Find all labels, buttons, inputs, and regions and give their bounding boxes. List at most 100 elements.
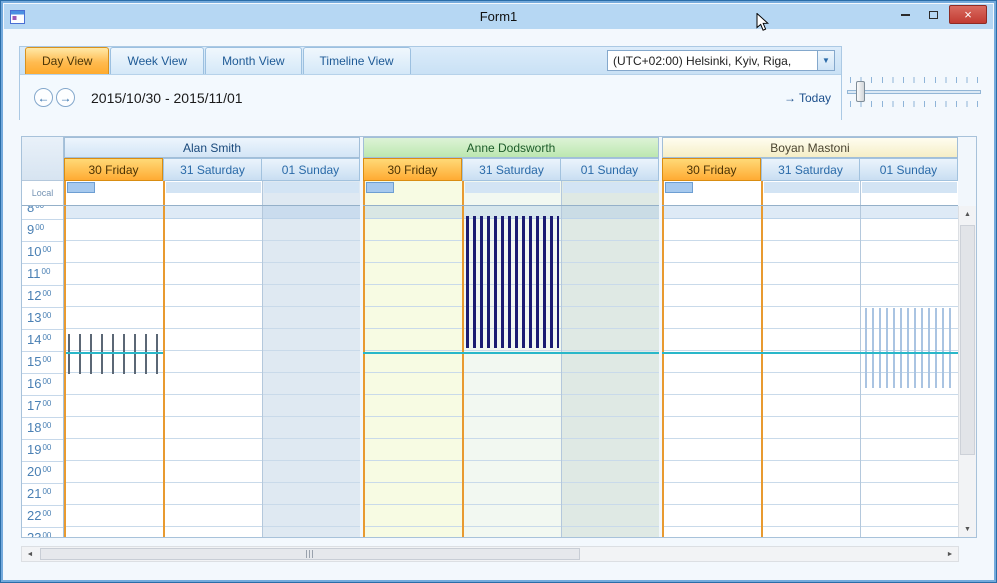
tab-month-view[interactable]: Month View — [205, 47, 302, 74]
app-window: Form1 × Day View Week View Month View Ti… — [0, 0, 997, 583]
minute-label: 00 — [42, 509, 52, 518]
slider-track[interactable] — [847, 90, 981, 94]
time-ruler-cell: 1100 — [22, 263, 63, 285]
horizontal-scroll-track[interactable] — [38, 547, 942, 561]
day-header-saturday[interactable]: 31 Saturday — [462, 158, 561, 181]
time-ruler-cell: 1500 — [22, 351, 63, 373]
vertical-scrollbar[interactable]: ▲ ▼ — [958, 206, 976, 537]
time-region-hatch — [865, 308, 954, 388]
allday-cell[interactable] — [363, 181, 464, 205]
hour-label: 16 — [27, 376, 42, 391]
allday-cell[interactable] — [165, 181, 262, 205]
hour-label: 22 — [27, 508, 42, 523]
allday-shading — [862, 182, 957, 193]
hour-label: 9 — [27, 222, 35, 237]
close-button[interactable]: × — [949, 5, 987, 24]
next-button[interactable]: → — [56, 88, 75, 107]
zoom-slider[interactable] — [847, 77, 981, 107]
previous-button[interactable]: ← — [34, 88, 53, 107]
tab-week-view[interactable]: Week View — [110, 47, 205, 74]
allday-cell[interactable] — [64, 181, 165, 205]
time-ruler-cell: 1200 — [22, 285, 63, 307]
day-header-sunday[interactable]: 01 Sunday — [860, 158, 958, 181]
minute-label: 00 — [42, 421, 52, 430]
today-button[interactable]: → Today — [784, 91, 831, 105]
time-region-hatch — [466, 216, 559, 348]
allday-row — [64, 181, 360, 206]
ruler-hours: 800 900 1000 1100 1200 1300 1400 1500 16… — [22, 206, 63, 537]
time-ruler-cell: 1000 — [22, 241, 63, 263]
minimize-button[interactable] — [893, 5, 918, 24]
day-header-friday[interactable]: 30 Friday — [662, 158, 761, 181]
allday-event[interactable] — [67, 182, 95, 193]
scroll-up-icon[interactable]: ▲ — [959, 206, 976, 222]
scroll-right-icon[interactable]: ► — [942, 547, 958, 561]
day-header-friday[interactable]: 30 Friday — [363, 158, 462, 181]
tab-day-view[interactable]: Day View — [25, 47, 110, 74]
allday-cell[interactable] — [464, 181, 561, 205]
maximize-icon — [929, 10, 938, 19]
time-ruler-cell: 2200 — [22, 505, 63, 527]
scheduler-control: Local 800 900 1000 1100 1200 1300 1400 1… — [21, 136, 977, 538]
day-header-friday[interactable]: 30 Friday — [64, 158, 163, 181]
allday-cell[interactable] — [860, 181, 958, 205]
scroll-left-icon[interactable]: ◄ — [22, 547, 38, 561]
time-ruler-cell: 1700 — [22, 395, 63, 417]
day-header-sunday[interactable]: 01 Sunday — [262, 158, 360, 181]
today-label: Today — [798, 90, 831, 105]
scroll-grip-icon — [305, 550, 315, 558]
allday-cell[interactable] — [662, 181, 763, 205]
allday-shading — [264, 182, 359, 193]
hour-label: 12 — [27, 288, 42, 303]
day-column-friday[interactable] — [64, 206, 165, 537]
day-column-sunday[interactable] — [561, 206, 659, 537]
minute-label: 00 — [42, 311, 52, 320]
dropdown-arrow-icon[interactable]: ▼ — [817, 51, 834, 70]
day-column-friday[interactable] — [662, 206, 763, 537]
resource-header: Alan Smith — [64, 137, 360, 158]
day-header-sunday[interactable]: 01 Sunday — [561, 158, 659, 181]
scroll-down-icon[interactable]: ▼ — [959, 521, 976, 537]
timezone-caption: Local — [31, 188, 54, 198]
time-region-hatch — [68, 334, 161, 374]
day-header-saturday[interactable]: 31 Saturday — [761, 158, 860, 181]
navigation-row: ← → 2015/10/30 - 2015/11/01 → Today — [20, 75, 841, 120]
timezone-select[interactable]: (UTC+02:00) Helsinki, Kyiv, Riga, ▼ — [607, 50, 835, 71]
day-column-sunday[interactable] — [860, 206, 958, 537]
current-time-line — [363, 352, 659, 354]
resource-header: Boyan Mastoni — [662, 137, 958, 158]
allday-cell[interactable] — [763, 181, 860, 205]
vertical-scroll-track[interactable] — [959, 222, 976, 521]
time-ruler-cell: 800 — [22, 206, 63, 219]
day-column-friday[interactable] — [363, 206, 464, 537]
minute-label: 00 — [42, 377, 52, 386]
allday-cell[interactable] — [262, 181, 360, 205]
time-ruler-cell: 2000 — [22, 461, 63, 483]
allday-event[interactable] — [366, 182, 394, 193]
zoom-slider-thumb[interactable] — [856, 81, 865, 102]
window-title: Form1 — [479, 9, 518, 24]
minute-label: 00 — [42, 333, 52, 342]
maximize-button[interactable] — [921, 5, 946, 24]
horizontal-scrollbar[interactable]: ◄ ► — [21, 546, 959, 562]
ruler-allday-cell: Local — [22, 181, 63, 206]
vertical-scroll-thumb[interactable] — [960, 225, 975, 455]
day-column-saturday[interactable] — [165, 206, 262, 537]
tab-timeline-view[interactable]: Timeline View — [302, 47, 411, 74]
resource-groups: Alan Smith 30 Friday 31 Saturday 01 Sund… — [64, 137, 958, 537]
day-header-saturday[interactable]: 31 Saturday — [163, 158, 262, 181]
day-column-sunday[interactable] — [262, 206, 360, 537]
horizontal-scroll-thumb[interactable] — [40, 548, 580, 560]
today-arrow-icon: → — [783, 90, 796, 105]
date-range-label: 2015/10/30 - 2015/11/01 — [91, 89, 243, 106]
time-grid — [662, 206, 958, 537]
day-column-saturday[interactable] — [763, 206, 860, 537]
time-ruler-cell: 1300 — [22, 307, 63, 329]
day-column-saturday[interactable] — [464, 206, 561, 537]
slider-ticks-bottom — [850, 101, 978, 107]
time-ruler: Local 800 900 1000 1100 1200 1300 1400 1… — [22, 137, 64, 537]
allday-event[interactable] — [665, 182, 693, 193]
minute-label: 00 — [42, 531, 52, 537]
minute-label: 00 — [35, 206, 44, 210]
allday-cell[interactable] — [561, 181, 659, 205]
